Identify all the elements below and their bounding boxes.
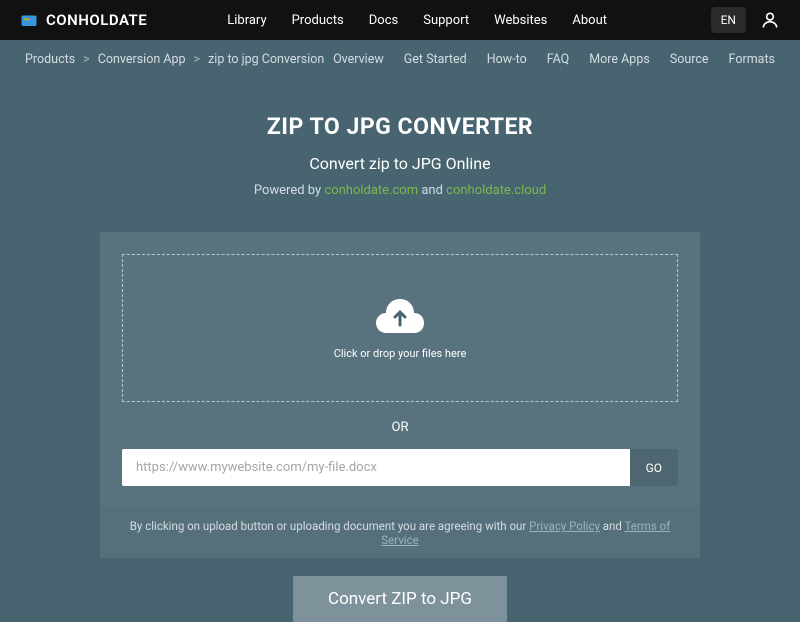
convert-button[interactable]: Convert ZIP to JPG [293, 576, 507, 622]
url-input[interactable] [122, 449, 630, 486]
page-title: ZIP TO JPG CONVERTER [0, 113, 800, 140]
nav-library[interactable]: Library [227, 13, 266, 28]
subnav-source[interactable]: Source [670, 52, 709, 67]
subnav-formats[interactable]: Formats [729, 52, 775, 67]
nav-docs[interactable]: Docs [369, 13, 398, 28]
logo-text: CONHOLDATE [46, 11, 147, 29]
privacy-policy-link[interactable]: Privacy Policy [529, 519, 600, 533]
secondary-nav: Overview Get Started How-to FAQ More App… [333, 52, 775, 67]
powered-link-2[interactable]: conholdate.cloud [446, 183, 546, 198]
nav-websites[interactable]: Websites [494, 13, 547, 28]
main-nav: Library Products Docs Support Websites A… [227, 13, 710, 28]
go-button[interactable]: GO [630, 449, 678, 486]
sub-navbar: Products > Conversion App > zip to jpg C… [0, 40, 800, 78]
upload-panel: Click or drop your files here OR GO [100, 232, 700, 508]
chevron-right-icon: > [194, 52, 201, 67]
user-icon[interactable] [760, 10, 780, 30]
disclaimer: By clicking on upload button or uploadin… [100, 508, 700, 558]
breadcrumb: Products > Conversion App > zip to jpg C… [25, 52, 324, 67]
or-divider: OR [122, 420, 678, 435]
cloud-upload-icon [376, 297, 424, 337]
logo-icon [20, 11, 38, 29]
top-navbar: CONHOLDATE Library Products Docs Support… [0, 0, 800, 40]
subnav-get-started[interactable]: Get Started [404, 52, 467, 67]
hero: ZIP TO JPG CONVERTER Convert zip to JPG … [0, 78, 800, 218]
subnav-faq[interactable]: FAQ [547, 52, 570, 67]
language-button[interactable]: EN [711, 7, 746, 33]
logo[interactable]: CONHOLDATE [20, 11, 147, 29]
url-input-row: GO [122, 449, 678, 486]
subnav-more-apps[interactable]: More Apps [589, 52, 650, 67]
dropzone-label: Click or drop your files here [334, 347, 467, 360]
breadcrumb-current[interactable]: zip to jpg Conversion [208, 52, 324, 67]
subnav-how-to[interactable]: How-to [487, 52, 527, 67]
page-subtitle: Convert zip to JPG Online [0, 154, 800, 173]
subnav-overview[interactable]: Overview [333, 52, 384, 67]
powered-link-1[interactable]: conholdate.com [324, 183, 418, 198]
breadcrumb-conversion-app[interactable]: Conversion App [98, 52, 186, 67]
chevron-right-icon: > [83, 52, 90, 67]
powered-by: Powered by conholdate.com and conholdate… [0, 183, 800, 198]
nav-about[interactable]: About [572, 13, 607, 28]
nav-support[interactable]: Support [423, 13, 469, 28]
nav-products[interactable]: Products [292, 13, 344, 28]
file-dropzone[interactable]: Click or drop your files here [122, 254, 678, 402]
breadcrumb-products[interactable]: Products [25, 52, 75, 67]
